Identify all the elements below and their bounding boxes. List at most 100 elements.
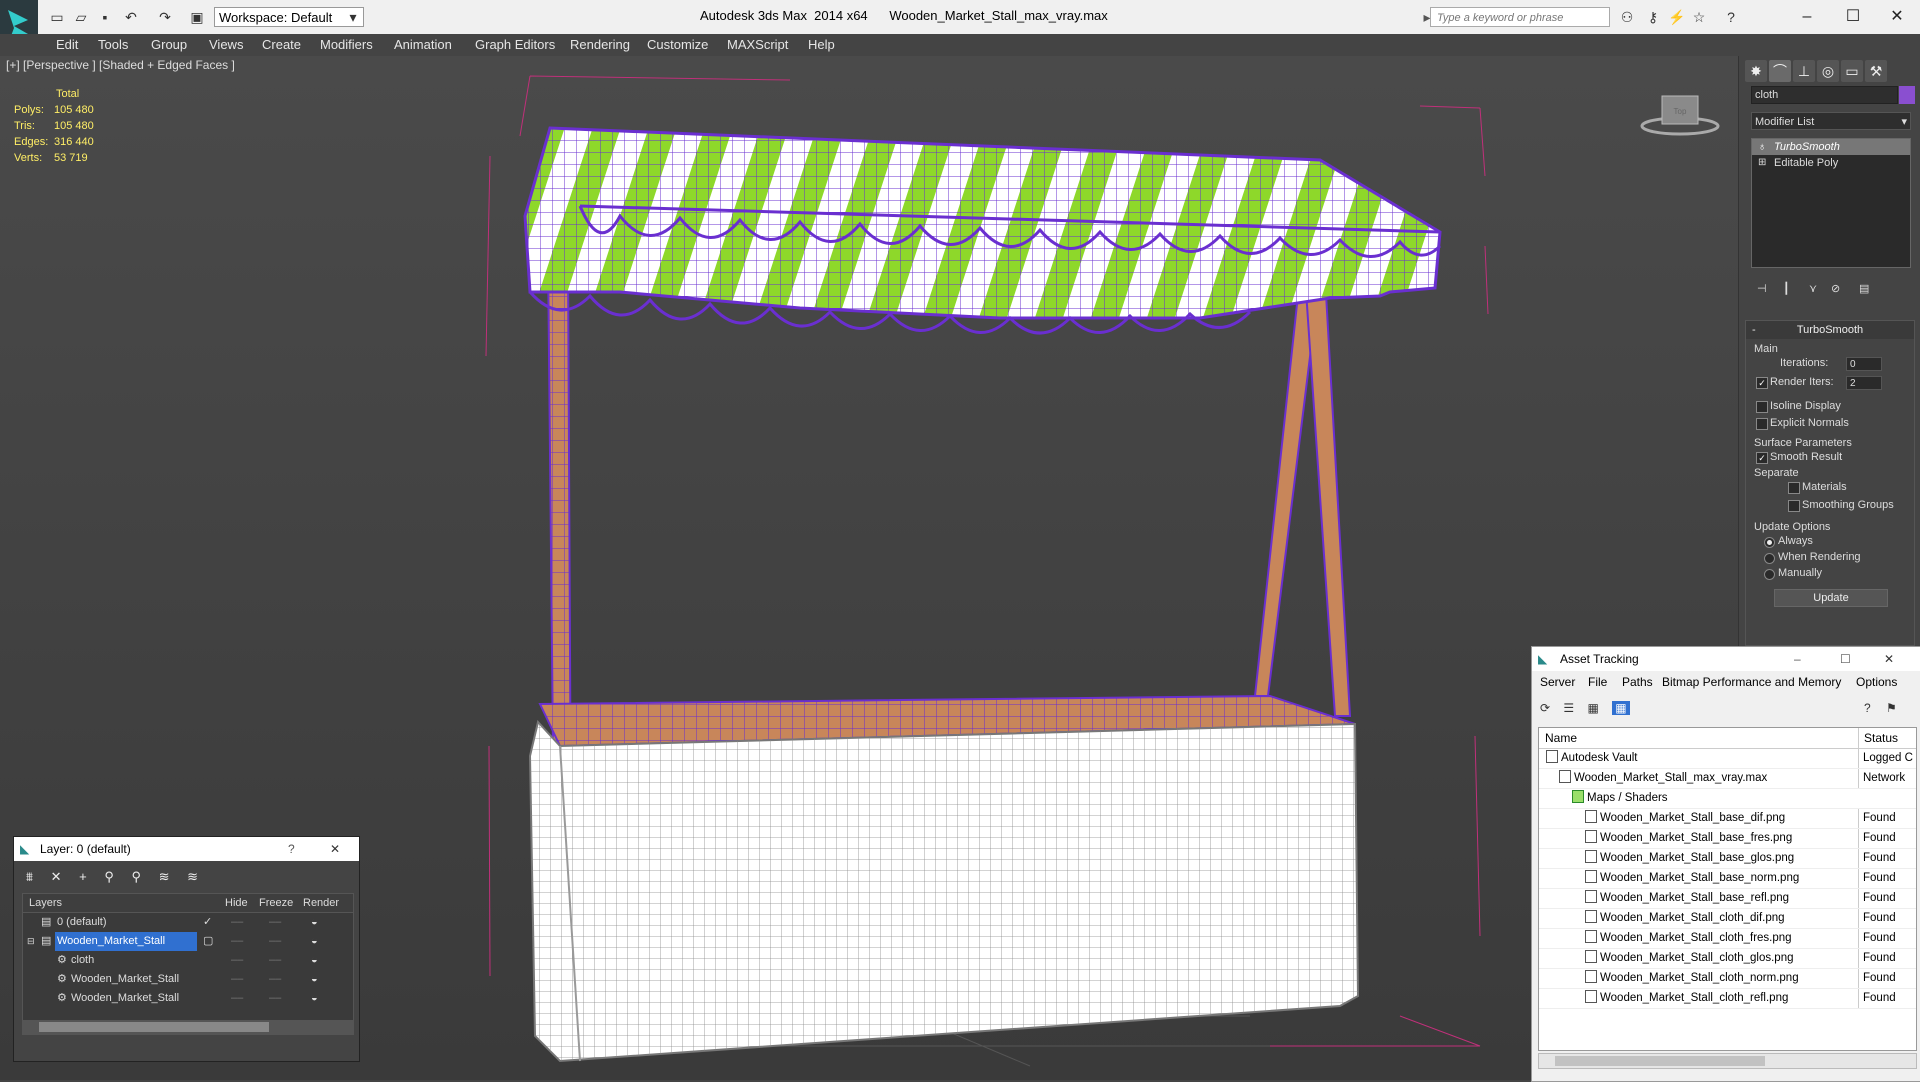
- menu-graph-editors[interactable]: Graph Editors: [475, 37, 555, 52]
- collapse-minus-icon[interactable]: ⊟: [27, 932, 35, 951]
- col-freeze[interactable]: Freeze: [259, 894, 293, 912]
- close-icon[interactable]: ✕: [1874, 4, 1920, 30]
- refresh-icon[interactable]: ⟳: [1540, 701, 1550, 715]
- pin-stack-icon[interactable]: ⊣: [1757, 282, 1767, 295]
- menu-edit[interactable]: Edit: [56, 37, 78, 52]
- menu-rendering[interactable]: Rendering: [570, 37, 630, 52]
- rollout-title[interactable]: - TurboSmooth: [1746, 321, 1914, 339]
- hide-toggle[interactable]: ––: [231, 970, 243, 989]
- asset-horizontal-scrollbar[interactable]: [1538, 1053, 1917, 1069]
- binoculars-icon[interactable]: ⚇: [1618, 8, 1636, 26]
- stack-item-editable-poly[interactable]: ⊞ Editable Poly: [1752, 155, 1910, 171]
- favorites-star-icon[interactable]: ☆: [1690, 8, 1708, 26]
- layer-row[interactable]: ⊟ ▤ Wooden_Market_Stall ▢ –– –– ◒: [23, 932, 353, 951]
- asset-row[interactable]: Wooden_Market_Stall_base_glos.png Found: [1539, 849, 1916, 869]
- layer-row[interactable]: ⚙ cloth –– –– ◒: [23, 951, 353, 970]
- maximize-icon[interactable]: ☐: [1840, 647, 1851, 671]
- utilities-tab-icon[interactable]: ⚒: [1865, 60, 1887, 82]
- materials-checkbox[interactable]: [1788, 482, 1800, 494]
- subscription-icon[interactable]: ⚡: [1668, 8, 1686, 26]
- layer-row[interactable]: ⚙ Wooden_Market_Stall –– –– ◒: [23, 989, 353, 1008]
- asset-row[interactable]: Wooden_Market_Stall_base_dif.png Found: [1539, 809, 1916, 829]
- menu-group[interactable]: Group: [151, 37, 187, 52]
- when-rendering-radio[interactable]: [1764, 553, 1775, 564]
- manually-radio[interactable]: [1764, 569, 1775, 580]
- add-to-layer-icon[interactable]: +: [79, 869, 87, 884]
- select-objects-icon[interactable]: ⚲: [104, 869, 114, 884]
- remove-modifier-icon[interactable]: ⊘: [1831, 282, 1840, 295]
- asset-row[interactable]: Wooden_Market_Stall_cloth_fres.png Found: [1539, 929, 1916, 949]
- help-icon[interactable]: ?: [1722, 8, 1740, 26]
- freeze-toggle[interactable]: ––: [269, 970, 281, 989]
- asset-row[interactable]: Wooden_Market_Stall_cloth_dif.png Found: [1539, 909, 1916, 929]
- freeze-toggle[interactable]: ––: [269, 951, 281, 970]
- asset-row[interactable]: Wooden_Market_Stall_cloth_glos.png Found: [1539, 949, 1916, 969]
- menu-help[interactable]: Help: [808, 37, 835, 52]
- help-icon[interactable]: ?: [288, 837, 295, 861]
- menu-animation[interactable]: Animation: [394, 37, 452, 52]
- hide-toggle[interactable]: ––: [231, 989, 243, 1008]
- help-context-icon[interactable]: ⚑: [1886, 701, 1897, 715]
- scrollbar-thumb[interactable]: [1555, 1056, 1765, 1066]
- hierarchy-tab-icon[interactable]: ⊥: [1793, 60, 1815, 82]
- minimize-icon[interactable]: –: [1784, 4, 1830, 30]
- freeze-toggle[interactable]: ––: [269, 913, 281, 932]
- open-file-icon[interactable]: ▱: [72, 8, 90, 26]
- iterations-spinner[interactable]: 0: [1846, 357, 1882, 371]
- close-icon[interactable]: ✕: [330, 837, 340, 861]
- add-selection-icon[interactable]: ▢: [203, 932, 213, 951]
- menu-maxscript[interactable]: MAXScript: [727, 37, 788, 52]
- new-file-icon[interactable]: ▭: [48, 8, 66, 26]
- close-icon[interactable]: ✕: [1884, 647, 1894, 671]
- col-render[interactable]: Render: [303, 894, 339, 912]
- select-layer-icon[interactable]: ⚲: [131, 869, 141, 884]
- menu-file[interactable]: File: [1588, 675, 1607, 689]
- render-teapot-icon[interactable]: ◒: [311, 970, 318, 989]
- new-layer-icon[interactable]: ⩩: [26, 869, 33, 884]
- table-view-icon[interactable]: ▦: [1612, 701, 1630, 715]
- col-name[interactable]: Name: [1545, 728, 1577, 748]
- minimize-icon[interactable]: –: [1794, 647, 1801, 671]
- layer-row[interactable]: ▤ 0 (default) ✓ –– –– ◒: [23, 913, 353, 932]
- display-tab-icon[interactable]: ▭: [1841, 60, 1863, 82]
- search-input[interactable]: Type a keyword or phrase: [1430, 7, 1610, 27]
- help-icon[interactable]: ?: [1864, 701, 1871, 715]
- asset-row[interactable]: Wooden_Market_Stall_base_fres.png Found: [1539, 829, 1916, 849]
- object-color-swatch[interactable]: [1899, 86, 1915, 104]
- horizontal-scrollbar[interactable]: [23, 1020, 353, 1034]
- delete-layer-icon[interactable]: ✕: [51, 869, 62, 884]
- tree-view-icon[interactable]: ▦: [1588, 701, 1599, 715]
- current-layer-check-icon[interactable]: ✓: [203, 913, 212, 932]
- object-name-field[interactable]: cloth: [1751, 86, 1898, 104]
- menu-bitmap-performance[interactable]: Bitmap Performance and Memory: [1662, 675, 1841, 689]
- menu-tools[interactable]: Tools: [98, 37, 128, 52]
- menu-modifiers[interactable]: Modifiers: [320, 37, 373, 52]
- show-end-result-icon[interactable]: ┃: [1783, 282, 1790, 295]
- key-icon[interactable]: ⚷: [1644, 8, 1662, 26]
- render-teapot-icon[interactable]: ◒: [311, 951, 318, 970]
- menu-options[interactable]: Options: [1856, 675, 1897, 689]
- smooth-result-checkbox[interactable]: ✓: [1756, 452, 1768, 464]
- freeze-toggle[interactable]: ––: [269, 989, 281, 1008]
- asset-tracking-titlebar[interactable]: ◣ Asset Tracking – ☐ ✕: [1532, 647, 1920, 671]
- create-tab-icon[interactable]: ✸: [1745, 60, 1767, 82]
- workspace-chevron-icon[interactable]: ▾: [344, 8, 362, 26]
- modify-tab-icon[interactable]: ⌒: [1769, 60, 1791, 82]
- configure-sets-icon[interactable]: ▤: [1859, 282, 1869, 295]
- layer-row[interactable]: ⚙ Wooden_Market_Stall –– –– ◒: [23, 970, 353, 989]
- hide-toggle[interactable]: ––: [231, 951, 243, 970]
- layer-dialog-titlebar[interactable]: ◣ Layer: 0 (default) ? ✕: [14, 837, 359, 861]
- update-button[interactable]: Update: [1774, 589, 1888, 607]
- expand-plus-icon[interactable]: ⊞: [1758, 155, 1766, 171]
- menu-views[interactable]: Views: [209, 37, 243, 52]
- asset-row[interactable]: Wooden_Market_Stall_base_refl.png Found: [1539, 889, 1916, 909]
- explicit-normals-checkbox[interactable]: [1756, 418, 1768, 430]
- scrollbar-thumb[interactable]: [39, 1022, 269, 1032]
- asset-row[interactable]: Autodesk Vault Logged C: [1539, 749, 1916, 769]
- menu-create[interactable]: Create: [262, 37, 301, 52]
- redo-icon[interactable]: ↷: [156, 8, 174, 26]
- asset-row[interactable]: Wooden_Market_Stall_cloth_refl.png Found: [1539, 989, 1916, 1009]
- undo-icon[interactable]: ↶: [122, 8, 140, 26]
- asset-row[interactable]: Wooden_Market_Stall_max_vray.max Network: [1539, 769, 1916, 789]
- stack-item-turbosmooth[interactable]: ♁ TurboSmooth: [1752, 139, 1910, 155]
